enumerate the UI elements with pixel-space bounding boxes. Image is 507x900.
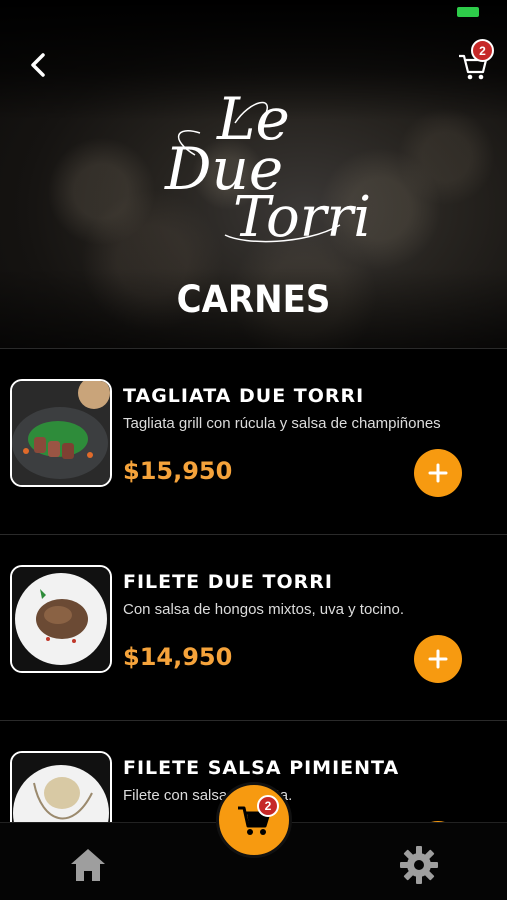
menu-item[interactable]: TAGLIATA DUE TORRI Tagliata grill con rú… [0,348,507,534]
dish-image [10,379,112,487]
battery-icon [457,7,479,17]
logo-flourish [177,101,341,243]
dish-description: Tagliata grill con rúcula y salsa de cha… [123,415,441,432]
dish-name: TAGLIATA DUE TORRI [123,385,365,407]
dish-price: $14,950 [123,643,233,671]
category-title: CARNES [176,278,331,321]
cart-fab-button[interactable]: 2 [216,782,292,858]
cart-button[interactable]: 2 [456,39,494,82]
dish-description: Con salsa de hongos mixtos, uva y tocino… [123,601,404,618]
menu-item[interactable]: FILETE DUE TORRI Con salsa de hongos mix… [0,534,507,720]
gear-icon [400,846,438,884]
home-button[interactable] [68,845,108,885]
menu-item-list[interactable]: TAGLIATA DUE TORRI Tagliata grill con rú… [0,348,507,822]
dish-name: FILETE SALSA PIMIENTA [123,757,400,779]
plus-icon [428,463,448,483]
cart-count-badge: 2 [471,39,494,62]
back-button[interactable] [24,50,54,80]
status-bar [0,0,507,24]
add-to-cart-button[interactable] [414,449,462,497]
restaurant-logo: Le Due Torri [155,85,371,255]
dish-image [10,565,112,673]
chevron-left-icon [31,53,45,77]
plus-icon [428,649,448,669]
dish-price: $15,950 [123,457,233,485]
cart-count-badge: 2 [257,795,279,817]
dish-name: FILETE DUE TORRI [123,571,333,593]
home-icon [71,849,105,881]
settings-button[interactable] [398,844,440,886]
add-to-cart-button[interactable] [414,635,462,683]
dish-image [10,751,112,822]
